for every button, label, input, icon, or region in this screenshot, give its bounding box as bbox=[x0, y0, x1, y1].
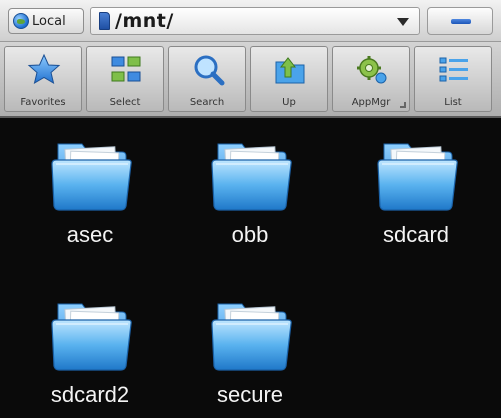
favorites-button[interactable]: Favorites bbox=[4, 46, 82, 112]
folder-item-sdcard2[interactable]: sdcard2 bbox=[20, 294, 160, 418]
toolbar: Favorites Select Search Up AppMgr List bbox=[0, 42, 501, 118]
local-label: Local bbox=[32, 13, 66, 29]
up-button[interactable]: Up bbox=[250, 46, 328, 112]
folder-up-icon bbox=[275, 57, 305, 84]
folder-icon bbox=[208, 294, 292, 374]
select-grid-icon bbox=[111, 56, 141, 82]
magnifier-icon bbox=[194, 55, 225, 86]
select-label: Select bbox=[109, 97, 141, 108]
minus-icon bbox=[451, 19, 471, 24]
folder-item-secure[interactable]: secure bbox=[180, 294, 320, 418]
file-name: asec bbox=[66, 222, 114, 247]
folder-item-asec[interactable]: asec bbox=[20, 134, 160, 274]
file-name: obb bbox=[231, 222, 269, 247]
path-dropdown[interactable]: /mnt/ bbox=[90, 7, 420, 35]
folder-icon bbox=[48, 134, 132, 214]
minimize-button[interactable] bbox=[427, 7, 493, 35]
list-icon bbox=[439, 57, 468, 82]
folder-icon bbox=[374, 134, 458, 214]
file-name: sdcard2 bbox=[50, 382, 130, 407]
folder-icon bbox=[208, 134, 292, 214]
appmgr-label: AppMgr bbox=[351, 97, 391, 108]
favorites-label: Favorites bbox=[20, 97, 66, 108]
up-label: Up bbox=[282, 97, 296, 108]
file-name: sdcard bbox=[382, 222, 450, 247]
globe-icon bbox=[13, 13, 29, 29]
location-bar: Local /mnt/ bbox=[0, 0, 501, 42]
file-name: secure bbox=[216, 382, 284, 407]
star-icon bbox=[27, 53, 61, 85]
search-label: Search bbox=[189, 97, 225, 108]
select-button[interactable]: Select bbox=[86, 46, 164, 112]
corner-indicator-icon bbox=[400, 102, 406, 108]
gear-icon bbox=[357, 56, 387, 84]
dropdown-arrow-icon bbox=[397, 18, 409, 26]
local-storage-button[interactable]: Local bbox=[8, 8, 84, 34]
list-button[interactable]: List bbox=[414, 46, 492, 112]
sd-card-icon bbox=[99, 12, 110, 30]
search-button[interactable]: Search bbox=[168, 46, 246, 112]
list-label: List bbox=[444, 97, 462, 108]
folder-item-sdcard[interactable]: sdcard bbox=[346, 134, 486, 274]
folder-item-obb[interactable]: obb bbox=[180, 134, 320, 274]
file-grid: asec obb sdcard sdcard2 secure bbox=[0, 118, 501, 418]
appmgr-button[interactable]: AppMgr bbox=[332, 46, 410, 112]
current-path: /mnt/ bbox=[115, 10, 174, 32]
file-manager-window: Local /mnt/ Favorites Select Search Up A… bbox=[0, 0, 501, 418]
folder-icon bbox=[48, 294, 132, 374]
